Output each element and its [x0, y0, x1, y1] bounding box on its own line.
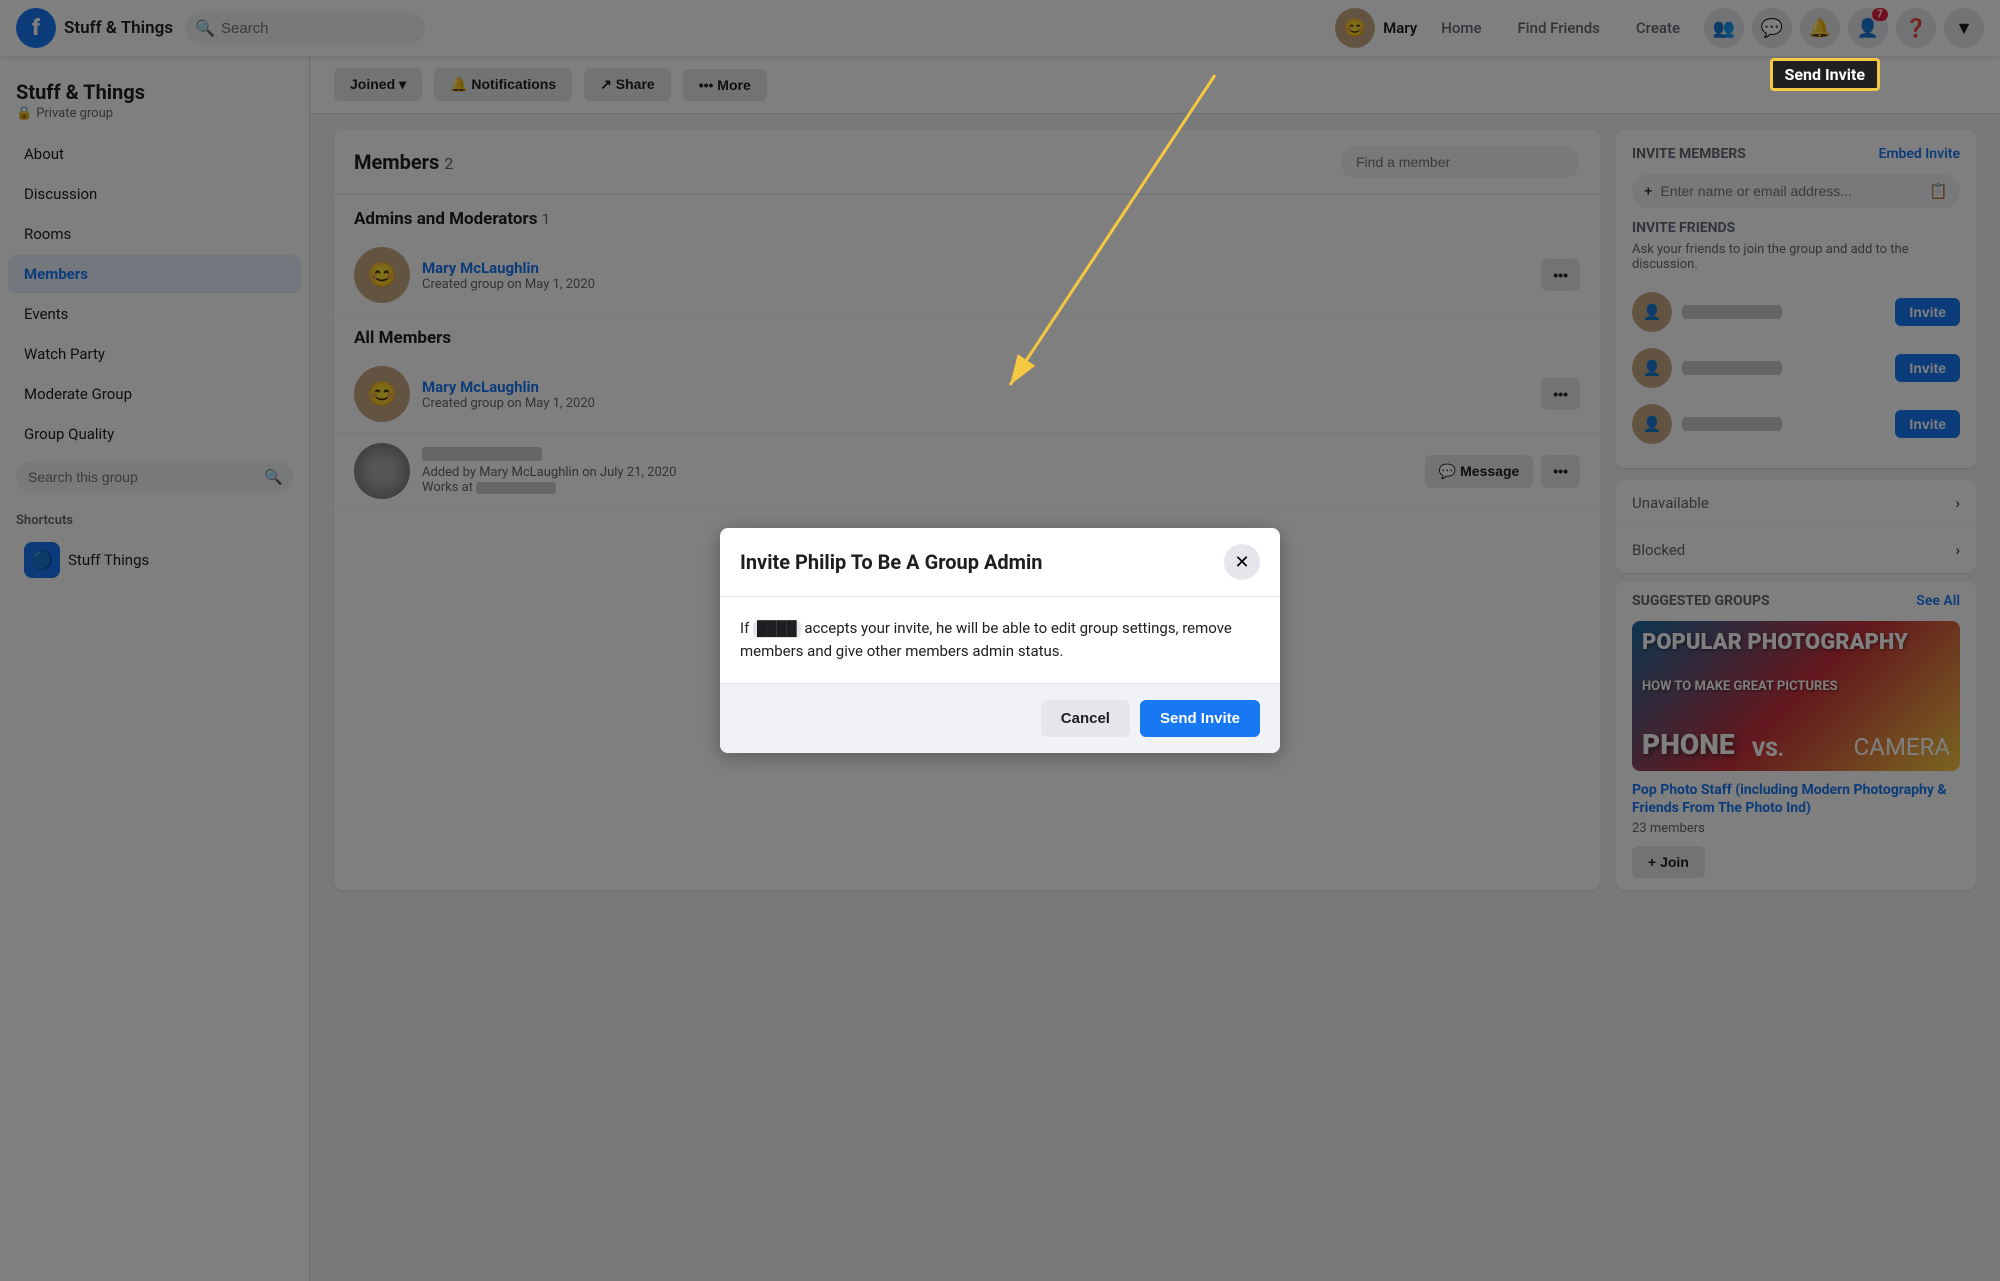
blurred-name-inline: ████ — [753, 621, 801, 637]
invite-admin-modal: Invite Philip To Be A Group Admin ✕ If █… — [720, 528, 1280, 753]
cancel-button[interactable]: Cancel — [1041, 700, 1130, 737]
modal-title: Invite Philip To Be A Group Admin — [740, 550, 1043, 574]
modal-close-button[interactable]: ✕ — [1224, 544, 1260, 580]
modal-footer: Cancel Send Invite — [720, 683, 1280, 753]
send-invite-button[interactable]: Send Invite — [1140, 700, 1260, 737]
modal-body-text: If ████ accepts your invite, he will be … — [740, 619, 1232, 660]
modal-header: Invite Philip To Be A Group Admin ✕ — [720, 528, 1280, 597]
modal-body: If ████ accepts your invite, he will be … — [720, 597, 1280, 683]
modal-overlay: Invite Philip To Be A Group Admin ✕ If █… — [0, 0, 2000, 1281]
